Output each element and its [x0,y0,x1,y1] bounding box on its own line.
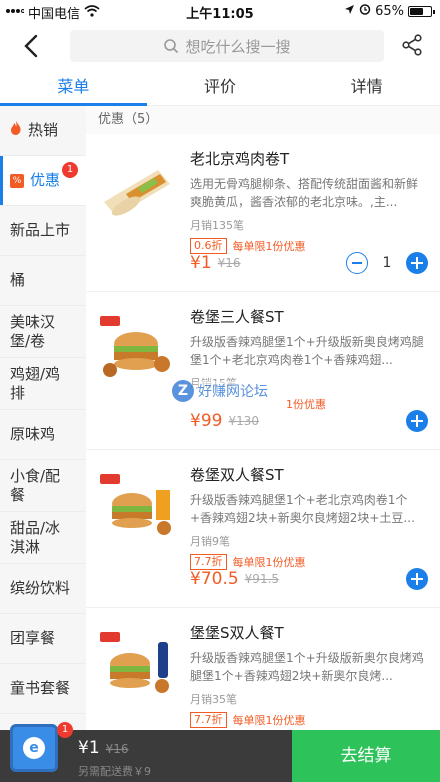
product-sold: 月销35笔 [190,693,237,706]
cart-bar: e 1 ¥1 ¥16 另需配送费￥9 去结算 [0,722,440,782]
sidebar-item-burgers[interactable]: 美味汉堡/卷 [0,306,86,358]
product-name: 堡堡S双人餐T [190,624,284,642]
tab-reviews[interactable]: 评价 [147,70,294,105]
sidebar-item-bucket[interactable]: 桶 [0,256,86,306]
sidebar-item-label: 甜品/冰淇淋 [10,518,61,556]
cart-icon: e [23,737,45,759]
product-orig-price: ¥91.5 [244,572,280,586]
share-button[interactable] [400,33,424,57]
product-name: 老北京鸡肉卷T [190,150,290,168]
sidebar-item-label: 团享餐 [10,629,56,648]
product-desc: 升级版香辣鸡腿堡1个+老北京鸡肉卷1个+香辣鸡翅2块+新奥尔良烤翅2块+土豆..… [190,493,415,525]
sidebar-item-label: 童书套餐 [10,679,71,698]
product-desc: 选用无骨鸡腿柳条、搭配传统甜面酱和新鲜爽脆黄瓜，酱香浓郁的老北京味。,主... [190,177,419,209]
alarm-icon [359,3,371,19]
flame-icon [10,120,22,141]
sidebar-item-group-meals[interactable]: 团享餐 [0,614,86,664]
product-name: 卷堡三人餐ST [190,308,284,326]
tab-bar: 菜单 评价 详情 [0,70,440,106]
product-desc: 升级版香辣鸡腿堡1个+升级版新奥良烤鸡腿堡1个+老北京鸡肉卷1个+香辣鸡翅... [190,335,424,367]
product-desc: 升级版香辣鸡腿堡1个+升级版新奥尔良烤鸡腿堡1个+香辣鸡翅2块+新奥尔良烤... [190,651,424,683]
sidebar-item-label: 美味汉堡/卷 [10,312,56,350]
status-bar: 中国电信 上午11:05 65% [0,0,440,22]
tab-details[interactable]: 详情 [293,70,440,105]
plus-button[interactable] [406,410,428,432]
wrap-image [96,150,178,232]
combo-meal-image [96,308,178,390]
sidebar-item-label: 缤纷饮料 [10,579,71,598]
tab-menu[interactable]: 菜单 [0,70,147,106]
sidebar-item-discount[interactable]: % 优惠 1 [0,156,86,206]
plus-button[interactable] [406,568,428,590]
product-item[interactable]: 老北京鸡肉卷T 选用无骨鸡腿柳条、搭配传统甜面酱和新鲜爽脆黄瓜，酱香浓郁的老北京… [86,134,440,292]
sidebar-item-label: 优惠 [30,171,61,190]
sidebar-item-kids-meals[interactable]: 童书套餐 [0,664,86,714]
sidebar-item-snacks[interactable]: 小食/配餐 [0,460,86,512]
search-input[interactable]: 想吃什么搜一搜 [70,30,384,62]
discount-icon: % [10,173,24,188]
battery-percent: 65% [375,3,404,19]
sidebar-item-desserts[interactable]: 甜品/冰淇淋 [0,512,86,564]
plus-button[interactable] [406,252,428,274]
combo-meal-image [96,466,178,548]
location-icon [344,4,355,19]
sidebar-item-new[interactable]: 新品上市 [0,206,86,256]
product-orig-price: ¥130 [228,414,259,428]
search-placeholder: 想吃什么搜一搜 [185,37,291,56]
sidebar-item-label: 新品上市 [10,221,71,240]
product-orig-price: ¥16 [217,256,241,270]
product-item[interactable]: 卷堡双人餐ST 升级版香辣鸡腿堡1个+老北京鸡肉卷1个+香辣鸡翅2块+新奥尔良烤… [86,450,440,608]
watermark: Z 好赚网论坛 [172,380,268,402]
sidebar-item-label: 鸡翅/鸡排 [10,364,61,402]
battery-icon [408,5,435,17]
product-item[interactable]: 卷堡三人餐ST 升级版香辣鸡腿堡1个+升级版新奥良烤鸡腿堡1个+老北京鸡肉卷1个… [86,292,440,450]
delivery-fee: 另需配送费￥9 [78,765,151,778]
product-list: 优惠（5） 老北京鸡肉卷T 选用无骨鸡腿柳条、搭配传统甜面酱和新鲜爽脆黄瓜，酱香… [86,106,440,730]
back-button[interactable] [18,32,46,60]
checkout-button[interactable]: 去结算 [292,730,440,782]
product-name: 卷堡双人餐ST [190,466,284,484]
cart-button[interactable]: e [10,724,58,772]
product-price: ¥70.5 [190,569,239,589]
category-sidebar: 热销 % 优惠 1 新品上市 桶 美味汉堡/卷 鸡翅/鸡排 原味鸡 小食/配餐 … [0,106,86,730]
chevron-left-icon [24,34,38,58]
product-price: ¥99 [190,411,223,431]
product-item[interactable]: 堡堡S双人餐T 升级版香辣鸡腿堡1个+升级版新奥尔良烤鸡腿堡1个+香辣鸡翅2块+… [86,608,440,730]
sidebar-item-label: 桶 [10,271,26,290]
section-title: 优惠（5） [86,106,440,134]
cart-total: ¥1 [78,738,100,758]
product-sold: 月销135笔 [190,219,244,232]
discount-tag: 7.7折 [190,712,227,728]
product-sold: 月销9笔 [190,535,230,548]
sidebar-item-label: 小食/配餐 [10,466,61,504]
header: 想吃什么搜一搜 [0,22,440,70]
count-badge: 1 [62,162,78,178]
cart-orig-total: ¥16 [105,742,129,756]
sidebar-item-original-chicken[interactable]: 原味鸡 [0,410,86,460]
product-price: ¥1 [190,253,212,273]
sidebar-item-label: 原味鸡 [10,425,56,444]
watermark-text: 好赚网论坛 [198,381,268,401]
cart-count-badge: 1 [57,722,73,738]
watermark-logo: Z [172,380,194,402]
limit-text: 每单限1份优惠 [232,714,306,727]
share-icon [402,34,422,56]
combo-meal-image [96,624,178,706]
sidebar-item-label: 热销 [28,121,59,140]
search-icon [164,39,179,54]
sidebar-item-hot[interactable]: 热销 [0,106,86,156]
quantity-value: 1 [382,255,392,271]
minus-button[interactable] [346,252,368,274]
sidebar-item-drinks[interactable]: 缤纷饮料 [0,564,86,614]
sidebar-item-wings[interactable]: 鸡翅/鸡排 [0,358,86,410]
